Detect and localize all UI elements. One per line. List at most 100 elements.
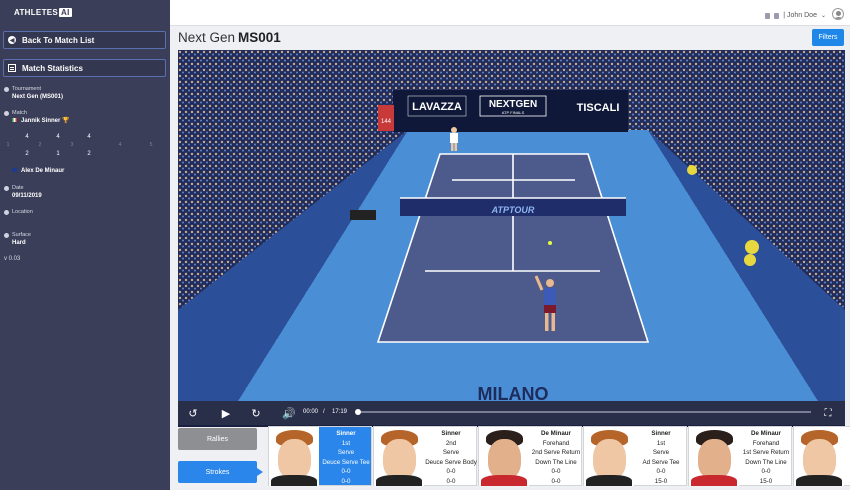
stroke-type: Serve <box>652 449 670 456</box>
player-photo <box>689 427 739 486</box>
trophy-icon: 🏆 <box>62 118 70 124</box>
tab-rallies[interactable]: Rallies <box>178 428 257 450</box>
svg-text:144: 144 <box>381 119 392 125</box>
user-name[interactable]: | John Doe <box>783 12 817 19</box>
player-photo <box>794 427 844 486</box>
svg-text:ATPTOUR: ATPTOUR <box>491 205 535 215</box>
filters-button[interactable]: Filters <box>812 29 844 46</box>
rewind-icon[interactable]: ↺ <box>185 405 201 421</box>
page-title: Next Gen MS001 <box>178 30 281 45</box>
tennis-court-frame: LAVAZZA NEXTGEN ATP FINALS TISCALI 144 A… <box>178 50 845 404</box>
video-player[interactable]: LAVAZZA NEXTGEN ATP FINALS TISCALI 144 A… <box>178 50 845 427</box>
stroke-type: 1st Serve Return <box>742 449 790 456</box>
stroke-points: 0-0 <box>341 477 351 485</box>
info-icon <box>4 110 9 116</box>
current-time: 00:00 <box>303 409 319 415</box>
stroke-games: 0-0 <box>656 468 666 475</box>
stroke-player: Sinner <box>651 430 671 437</box>
stroke-direction: Deuce Serve Tee <box>322 458 370 466</box>
stroke-points: 0-0 <box>551 477 561 485</box>
surface-icon <box>4 232 9 238</box>
fullscreen-icon[interactable]: ⛶ <box>820 405 836 421</box>
stroke-direction: Ad Serve Tee <box>642 458 680 466</box>
tournament-label: Tournament <box>4 86 41 92</box>
stroke-games: 0-0 <box>446 468 456 475</box>
date-label: Date <box>4 185 24 191</box>
duration: 17:19 <box>332 409 348 415</box>
back-label: Back To Match List <box>22 35 95 45</box>
sidebar: ATHLETES AI ◀ Back To Match List Match St… <box>0 0 170 490</box>
location-icon <box>4 209 9 215</box>
stats-icon <box>8 64 16 72</box>
player-photo <box>479 427 529 486</box>
play-icon[interactable]: ▶ <box>218 405 234 421</box>
stats-label: Match Statistics <box>22 63 83 73</box>
top-bar: | John Doe ⌄ <box>170 0 850 26</box>
stroke-list: Sinner 1st Serve Deuce Serve Tee 0-0 0-0… <box>268 426 850 486</box>
stroke-points: 15-0 <box>654 477 668 485</box>
time-separator: / <box>323 409 325 415</box>
seek-bar[interactable] <box>355 409 811 415</box>
forward-icon[interactable]: ↻ <box>248 405 264 421</box>
player2-name: Alex De Minaur <box>12 168 64 174</box>
svg-text:ATP FINALS: ATP FINALS <box>502 110 525 115</box>
stroke-direction: Down The Line <box>745 458 787 466</box>
stroke-player: Sinner <box>441 430 461 437</box>
stroke-type: Serve <box>337 449 355 456</box>
date-value: 09/11/2019 <box>12 193 42 199</box>
score-row-player1: 4 4 4 <box>25 134 91 140</box>
stroke-card[interactable]: De Minaur Forehand 2nd Serve Return Down… <box>478 426 582 486</box>
surface-value: Hard <box>12 240 26 246</box>
user-avatar[interactable] <box>832 8 844 20</box>
stroke-card[interactable]: De Minaur Forehand 1st Serve Return Down… <box>688 426 792 486</box>
bookmark-icon[interactable] <box>765 12 771 19</box>
surface-label: Surface <box>4 232 31 238</box>
svg-text:NEXTGEN: NEXTGEN <box>489 99 537 110</box>
stroke-detail: 1st <box>341 439 351 447</box>
stroke-games: 0-0 <box>341 468 351 475</box>
stroke-games: 0-0 <box>551 468 561 475</box>
seek-handle[interactable] <box>355 409 361 415</box>
arrow-left-icon: ◀ <box>8 36 16 44</box>
tournament-value: Next Gen (MS001) <box>12 94 64 100</box>
info-icon <box>4 86 9 92</box>
svg-text:MILANO: MILANO <box>478 384 549 401</box>
stroke-games: 0-0 <box>761 468 771 475</box>
chevron-down-icon[interactable]: ⌄ <box>821 12 826 19</box>
stroke-card[interactable]: Sinner 1st Serve Deuce Serve Tee 0-0 0-0 <box>268 426 372 486</box>
australia-flag-icon <box>12 168 17 173</box>
match-statistics-button[interactable]: Match Statistics <box>3 59 166 77</box>
stroke-player: De Minaur <box>751 430 781 437</box>
stroke-card[interactable]: Sinner 2nd Serve Deuce Serve Body 0-0 0-… <box>373 426 477 486</box>
bell-icon[interactable] <box>774 12 780 19</box>
stroke-player: De Minaur <box>541 430 571 437</box>
app-logo[interactable]: ATHLETES AI <box>14 8 72 17</box>
stroke-detail: 2nd <box>445 439 457 447</box>
location-label: Location <box>4 209 33 215</box>
player-photo <box>584 427 634 486</box>
calendar-icon <box>4 185 9 191</box>
tab-strokes[interactable]: Strokes <box>178 461 263 483</box>
stroke-detail: Forehand <box>542 439 570 447</box>
player1-name: Jannik Sinner 🏆 <box>12 117 70 124</box>
app-version: v 0.03 <box>4 256 21 262</box>
user-menu[interactable]: | John Doe ⌄ <box>765 12 826 19</box>
stroke-detail: Forehand <box>752 439 780 447</box>
stroke-direction: Deuce Serve Body <box>425 458 477 466</box>
match-label: Match <box>4 110 27 116</box>
stroke-points: 15-0 <box>759 477 773 485</box>
svg-text:TISCALI: TISCALI <box>577 102 620 114</box>
stroke-direction: Down The Line <box>535 458 577 466</box>
volume-icon[interactable]: 🔊 <box>281 405 297 421</box>
stroke-type: 2nd Serve Return <box>531 449 581 456</box>
svg-text:LAVAZZA: LAVAZZA <box>412 101 462 113</box>
stroke-points: 0-0 <box>446 477 456 485</box>
stroke-card[interactable]: Sinner 1st Serve Ad Serve Tee 0-0 15-0 <box>583 426 687 486</box>
stroke-card-partial[interactable] <box>793 426 850 486</box>
player-photo <box>374 427 424 486</box>
video-controls <box>178 401 845 425</box>
stroke-player: Sinner <box>336 430 356 437</box>
score-row-player2: 2 1 2 <box>25 151 91 157</box>
back-to-match-list-button[interactable]: ◀ Back To Match List <box>3 31 166 49</box>
stroke-type: Serve <box>442 449 460 456</box>
